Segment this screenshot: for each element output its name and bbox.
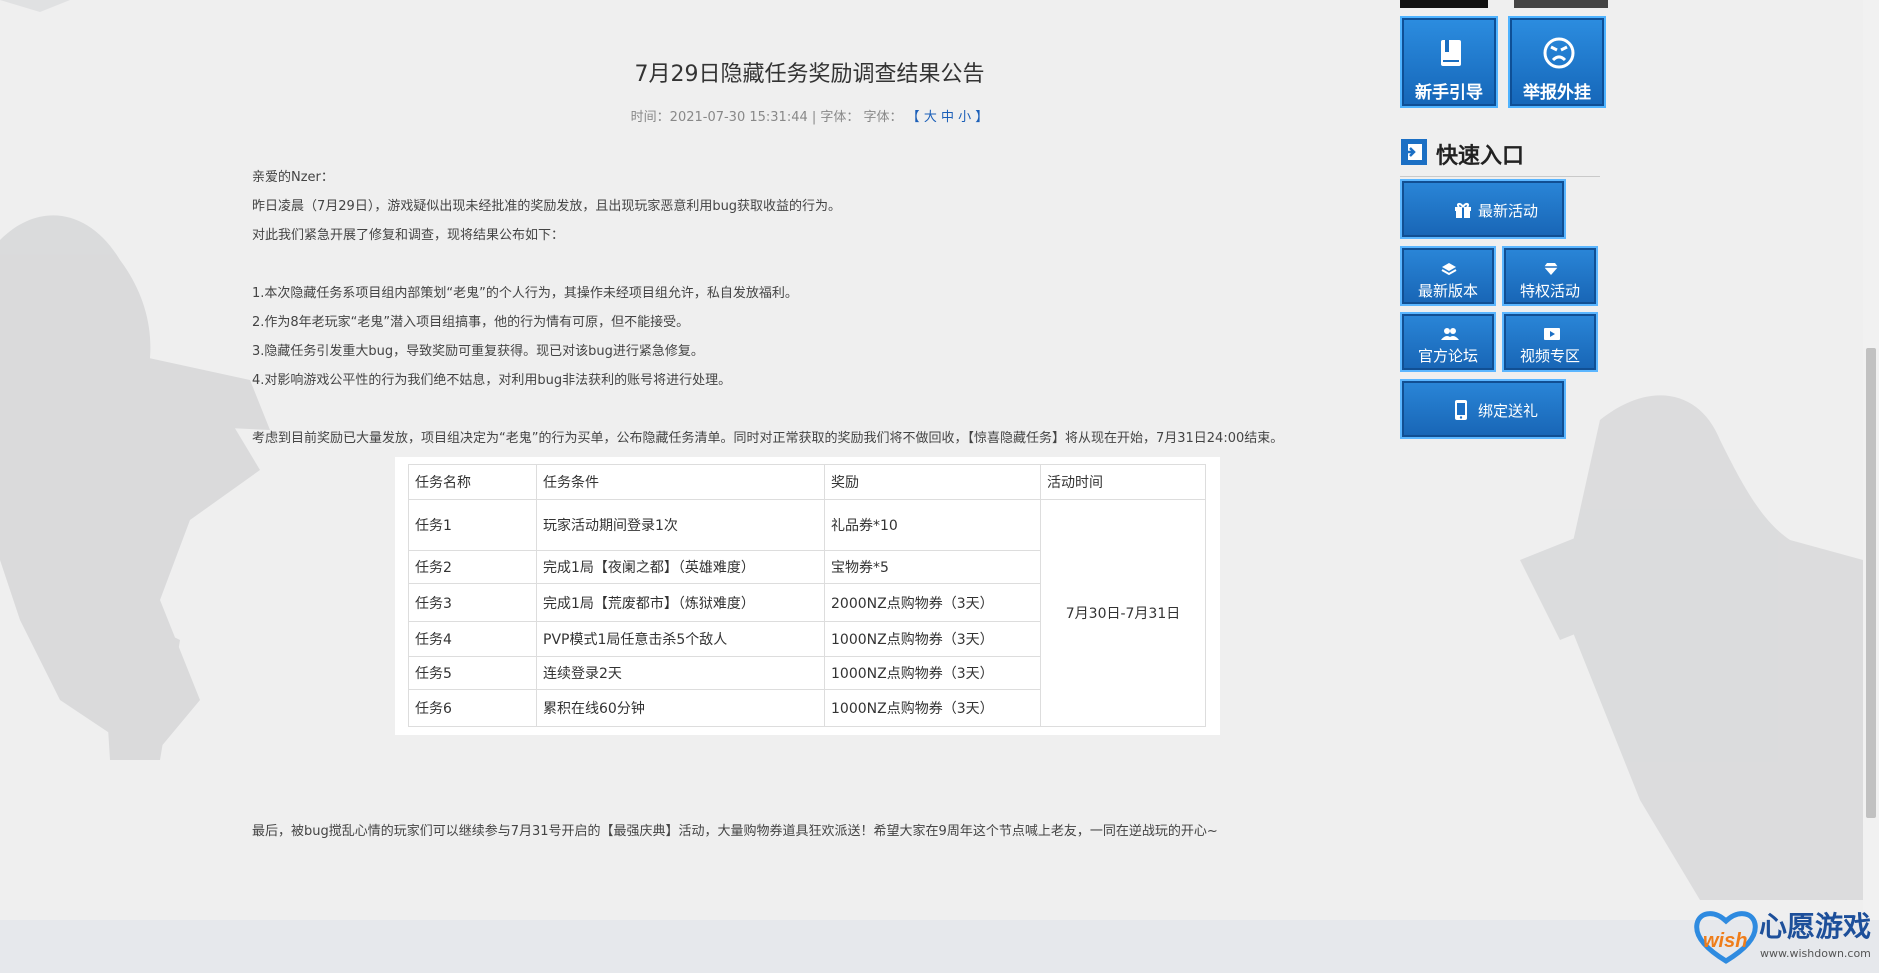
task-name-cell: 任务3 xyxy=(408,583,537,622)
bracket-open: 【 xyxy=(906,110,920,125)
point-3: 3.隐藏任务引发重大bug，导致奖励可重复获得。现已对该bug进行紧急修复。 xyxy=(252,344,704,359)
task-condition-cell: 累积在线60分钟 xyxy=(536,689,825,727)
bind-gift-button[interactable]: 绑定送礼 xyxy=(1400,379,1566,439)
point-2: 2.作为8年老玩家“老鬼”潜入项目组搞事，他的行为情有可原，但不能接受。 xyxy=(252,315,690,330)
font-size-large-link[interactable]: 大 xyxy=(924,110,937,125)
point-4: 4.对影响游戏公平性的行为我们绝不姑息，对利用bug非法获利的账号将进行处理。 xyxy=(252,373,732,388)
task-condition-cell: 完成1局【荒废都市】（炼狱难度） xyxy=(536,583,825,622)
intro-paragraph-1: 昨日凌晨（7月29日），游戏疑似出现未经批准的奖励发放，且出现玩家恶意利用bug… xyxy=(252,199,842,214)
task-condition-cell: 完成1局【夜阑之都】（英雄难度） xyxy=(536,550,825,584)
quick-entry-title: 快速入口 xyxy=(1436,144,1525,169)
point-1: 1.本次隐藏任务系项目组内部策划“老鬼”的个人行为，其操作未经项目组允许，私自发… xyxy=(252,286,798,301)
task-reward-cell: 礼品券*10 xyxy=(824,499,1041,551)
privilege-events-button[interactable]: 特权活动 xyxy=(1502,246,1598,306)
page-title: 7月29日隐藏任务奖励调查结果公告 xyxy=(634,62,985,87)
diamond-icon xyxy=(1544,263,1558,275)
publish-time: 时间：2021-07-30 15:31:44 | 字体： 字体： xyxy=(630,110,903,125)
report-cheat-button[interactable]: 举报外挂 xyxy=(1508,16,1606,108)
closing-paragraph: 最后，被bug搅乱心情的玩家们可以继续参与7月31号开启的【最强庆典】活动，大量… xyxy=(252,824,1218,839)
task-condition-cell: 连续登录2天 xyxy=(536,656,825,690)
video-zone-button[interactable]: 视频专区 xyxy=(1502,312,1598,372)
quick-entry-header: 快速入口 xyxy=(1400,136,1600,177)
task-name-cell: 任务6 xyxy=(408,689,537,727)
wishdown-watermark: wish 心愿游戏 www.wishdown.com xyxy=(1693,905,1879,967)
right-sidebar: 新手引导 举报外挂 快速入口 最新活动 最新版本 特权活动 官方论坛 视频专区 … xyxy=(1400,0,1610,460)
official-forum-button[interactable]: 官方论坛 xyxy=(1400,312,1496,372)
header-task-condition: 任务条件 xyxy=(536,464,825,500)
intro-paragraph-2: 对此我们紧急开展了修复和调查，现将结果公布如下： xyxy=(252,228,565,243)
article-meta: 时间：2021-07-30 15:31:44 | 字体： 字体： 【 大 中 小… xyxy=(252,106,1367,125)
latest-version-button[interactable]: 最新版本 xyxy=(1400,246,1496,306)
task-name-cell: 任务5 xyxy=(408,656,537,690)
table-header-row: 任务名称 任务条件 奖励 活动时间 xyxy=(408,464,1206,500)
task-reward-cell: 1000NZ点购物券（3天） xyxy=(824,689,1041,727)
task-reward-cell: 1000NZ点购物券（3天） xyxy=(824,621,1041,657)
footer-band xyxy=(0,920,1879,973)
decision-paragraph: 考虑到目前奖励已大量发放，项目组决定为“老鬼”的行为买单，公布隐藏任务清单。同时… xyxy=(252,431,1284,446)
header-task-name: 任务名称 xyxy=(408,464,537,500)
task-table-card: 任务名称 任务条件 奖励 活动时间 任务1 玩家活动期间登录1次 礼品券*10 … xyxy=(395,457,1220,735)
book-icon xyxy=(1441,40,1461,66)
banner-fragment xyxy=(1514,0,1608,8)
video-zone-label: 视频专区 xyxy=(1520,347,1581,365)
scrollbar-thumb[interactable] xyxy=(1866,348,1876,818)
event-time-cell: 7月30日-7月31日 xyxy=(1040,499,1206,727)
task-name-cell: 任务4 xyxy=(408,621,537,657)
report-cheat-label: 举报外挂 xyxy=(1523,83,1591,103)
task-condition-cell: PVP模式1局任意击杀5个敌人 xyxy=(536,621,825,657)
task-condition-cell: 玩家活动期间登录1次 xyxy=(536,499,825,551)
film-icon xyxy=(1544,328,1560,340)
task-reward-cell: 1000NZ点购物券（3天） xyxy=(824,656,1041,690)
qr-code-fragment xyxy=(1400,0,1488,8)
watermark-name: 心愿游戏 xyxy=(1759,910,1872,943)
font-size-small-link[interactable]: 小 xyxy=(958,110,971,125)
heart-logo-icon: wish xyxy=(1694,911,1758,964)
latest-version-label: 最新版本 xyxy=(1418,282,1479,300)
bind-gift-label: 绑定送礼 xyxy=(1478,402,1539,420)
greeting: 亲爱的Nzer： xyxy=(252,170,334,185)
official-forum-label: 官方论坛 xyxy=(1418,347,1479,365)
watermark-url: www.wishdown.com xyxy=(1760,947,1871,960)
entry-arrow-icon xyxy=(1401,139,1427,165)
users-icon xyxy=(1441,328,1459,340)
watermark-badge: wish xyxy=(1703,930,1747,952)
task-reward-cell: 宝物券*5 xyxy=(824,550,1041,584)
header-reward: 奖励 xyxy=(824,464,1041,500)
task-name-cell: 任务1 xyxy=(408,499,537,551)
task-name-cell: 任务2 xyxy=(408,550,537,584)
phone-icon xyxy=(1455,400,1467,420)
header-event-time: 活动时间 xyxy=(1040,464,1206,500)
latest-events-label: 最新活动 xyxy=(1478,202,1539,220)
table-row: 任务1 玩家活动期间登录1次 礼品券*10 7月30日-7月31日 xyxy=(408,499,1206,727)
task-table: 任务名称 任务条件 奖励 活动时间 任务1 玩家活动期间登录1次 礼品券*10 … xyxy=(408,464,1206,727)
gift-icon xyxy=(1455,203,1471,218)
layers-icon xyxy=(1441,263,1457,276)
newbie-guide-label: 新手引导 xyxy=(1415,83,1483,103)
task-reward-cell: 2000NZ点购物券（3天） xyxy=(824,583,1041,622)
newbie-guide-button[interactable]: 新手引导 xyxy=(1400,16,1498,108)
angry-face-icon xyxy=(1543,37,1575,69)
font-size-medium-link[interactable]: 中 xyxy=(941,110,954,125)
latest-events-button[interactable]: 最新活动 xyxy=(1400,179,1566,239)
bracket-close: 】 xyxy=(975,110,989,125)
privilege-events-label: 特权活动 xyxy=(1520,282,1581,300)
